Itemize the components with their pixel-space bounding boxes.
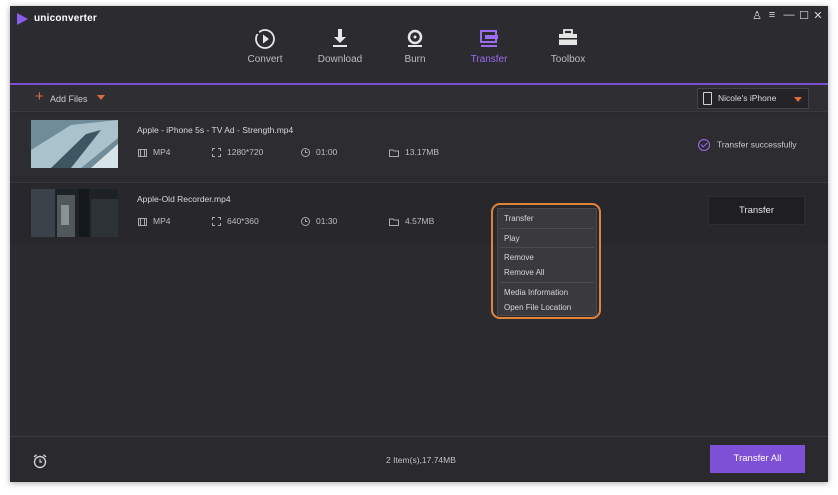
file-size-value: 13.17MB [405,147,440,157]
tab-toolbox-label: Toolbox [550,54,586,65]
menu-item-open-file-location[interactable]: Open File Location [504,303,571,312]
file-format-value: MP4 [153,147,171,157]
tab-download-label: Download [317,54,363,65]
menu-item-media-information[interactable]: Media Information [504,288,568,297]
resolution-icon [212,217,221,227]
app-logo-icon [17,13,28,25]
file-size: 13.17MB [389,147,439,157]
download-icon [333,29,347,47]
app-title: uniconverter [34,13,97,24]
file-name: Apple-Old Recorder.mp4 [137,194,231,204]
file-size: 4.57MB [389,216,434,226]
file-duration: 01:30 [301,216,338,227]
file-duration-value: 01:00 [316,147,338,157]
tab-transfer[interactable]: Transfer [454,6,524,83]
check-circle-icon [698,139,710,151]
transfer-status: Transfer successfully [698,139,797,151]
burn-icon [407,29,423,47]
convert-icon [255,29,275,49]
tab-toolbox[interactable]: Toolbox [533,6,603,83]
alarm-clock-icon[interactable] [32,453,48,469]
video-thumbnail [31,189,118,237]
file-row[interactable]: Apple - iPhone 5s - TV Ad - Strength.mp4… [10,114,828,176]
menu-divider [500,247,594,248]
add-files-label: Add Files [50,94,88,104]
transfer-status-text: Transfer successfully [717,139,797,150]
context-menu-highlight: Transfer Play Remove Remove All Media In… [491,203,601,319]
footer: 2 Item(s),17.74MB Transfer All [10,436,828,482]
film-icon [138,148,147,157]
phone-icon [703,92,712,105]
transfer-all-button[interactable]: Transfer All [710,445,805,473]
device-name: Nicole's iPhone [718,93,777,103]
film-icon [138,217,147,226]
device-select[interactable]: Nicole's iPhone [697,88,809,109]
top-bar: uniconverter ♙ ≡ — ☐ ✕ Convert Download [10,6,828,83]
clock-icon [301,217,310,227]
file-resolution-value: 1280*720 [227,147,264,157]
menu-item-transfer[interactable]: Transfer [504,214,534,223]
file-duration-value: 01:30 [316,216,338,226]
file-resolution: 640*360 [212,216,259,227]
menu-divider [500,282,594,283]
folder-icon [389,218,399,226]
file-size-value: 4.57MB [405,216,435,226]
tab-transfer-label: Transfer [470,54,508,65]
context-menu: Transfer Play Remove Remove All Media In… [497,208,597,316]
file-resolution-value: 640*360 [227,216,259,226]
app-window: uniconverter ♙ ≡ — ☐ ✕ Convert Download [10,6,828,482]
file-format: MP4 [138,216,170,226]
items-summary: 2 Item(s),17.74MB [386,455,456,465]
tab-convert[interactable]: Convert [230,6,300,83]
transfer-icon [480,30,498,47]
close-button[interactable]: ✕ [811,9,825,22]
file-row[interactable]: Apple-Old Recorder.mp4 MP4 640*360 01:30… [10,182,828,245]
tab-convert-label: Convert [247,54,283,65]
minimize-button[interactable]: — [782,9,796,21]
menu-icon[interactable]: ≡ [765,9,779,21]
tab-download[interactable]: Download [305,6,375,83]
file-format-value: MP4 [153,216,171,226]
folder-icon [389,149,399,157]
toolbox-icon [559,29,577,45]
file-name: Apple - iPhone 5s - TV Ad - Strength.mp4 [137,125,294,135]
file-resolution: 1280*720 [212,147,264,158]
plus-icon: + [35,88,44,105]
user-icon[interactable]: ♙ [750,9,764,22]
file-format: MP4 [138,147,170,157]
menu-divider [500,228,594,229]
menu-item-remove-all[interactable]: Remove All [504,268,544,277]
resolution-icon [212,148,221,158]
video-thumbnail [31,120,118,168]
tab-burn-label: Burn [404,54,426,65]
clock-icon [301,148,310,158]
chevron-down-icon[interactable] [97,95,105,100]
transfer-button[interactable]: Transfer [708,196,805,225]
maximize-button[interactable]: ☐ [797,9,811,22]
menu-item-play[interactable]: Play [504,234,520,243]
menu-item-remove[interactable]: Remove [504,253,534,262]
file-duration: 01:00 [301,147,338,158]
chevron-down-icon [794,97,802,102]
tab-burn[interactable]: Burn [380,6,450,83]
